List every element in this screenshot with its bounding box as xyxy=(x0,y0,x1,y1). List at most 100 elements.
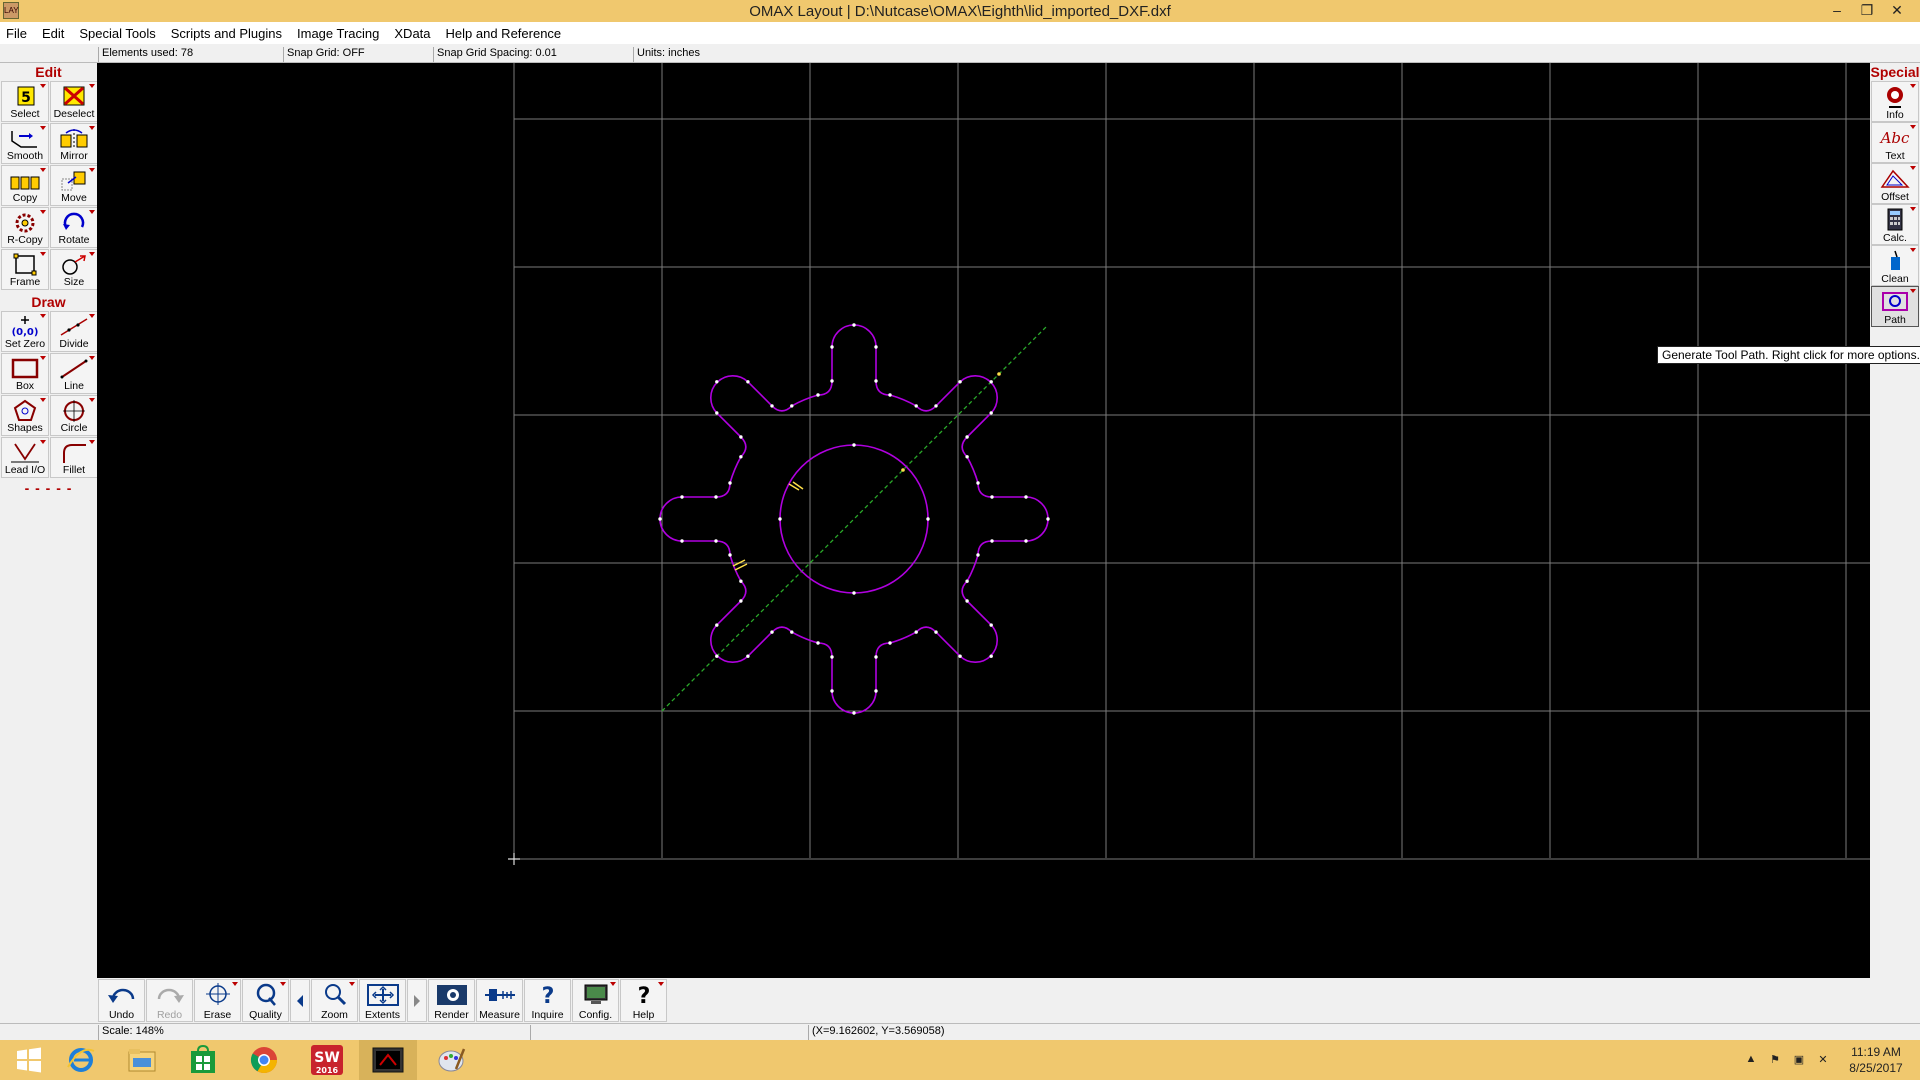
inquire-button[interactable]: ? Inquire xyxy=(524,979,571,1022)
help-button[interactable]: ? Help xyxy=(620,979,667,1022)
vertex-node xyxy=(990,539,994,543)
move-tool[interactable]: Move xyxy=(50,165,98,206)
zoom-button[interactable]: Zoom xyxy=(311,979,358,1022)
rotate-tool[interactable]: Rotate xyxy=(50,207,98,248)
vertex-node xyxy=(1046,517,1050,521)
taskbar-ie[interactable] xyxy=(52,1040,110,1080)
undo-button[interactable]: Undo xyxy=(98,979,145,1022)
menu-bar: File Edit Special Tools Scripts and Plug… xyxy=(0,22,1920,44)
vertex-node xyxy=(680,495,684,499)
scroll-left-button[interactable] xyxy=(290,979,310,1022)
clock-time: 11:19 AM xyxy=(1851,1045,1901,1059)
clock[interactable]: 11:19 AM 8/25/2017 xyxy=(1838,1044,1914,1076)
taskbar-store[interactable] xyxy=(174,1040,232,1080)
taskbar-solidworks[interactable]: SW 2016 xyxy=(298,1040,356,1080)
vertex-node xyxy=(830,345,834,349)
svg-text:?: ? xyxy=(541,984,554,1007)
config-button[interactable]: Config. xyxy=(572,979,619,1022)
vertex-node xyxy=(914,404,918,408)
vertex-node xyxy=(989,380,993,384)
vertex-node xyxy=(990,495,994,499)
centerline[interactable] xyxy=(661,325,1048,712)
measure-button[interactable]: Measure xyxy=(476,979,523,1022)
mirror-tool[interactable]: Mirror xyxy=(50,123,98,164)
calculator-tool[interactable]: Calc. xyxy=(1871,204,1919,245)
redo-button[interactable]: Redo xyxy=(146,979,193,1022)
box-tool[interactable]: Box xyxy=(1,353,49,394)
menu-help-reference[interactable]: Help and Reference xyxy=(446,26,562,41)
vertex-node xyxy=(714,495,718,499)
start-button[interactable] xyxy=(0,1040,58,1080)
vertex-node xyxy=(852,711,856,715)
rotary-copy-tool[interactable]: R-Copy xyxy=(1,207,49,248)
svg-text:?: ? xyxy=(637,984,650,1007)
clean-tool[interactable]: Clean xyxy=(1871,245,1919,286)
windows-start-icon xyxy=(17,1047,41,1073)
solidworks-icon: SW2016 xyxy=(311,1045,343,1075)
render-button[interactable]: Render xyxy=(428,979,475,1022)
deselect-tool[interactable]: Deselect xyxy=(50,81,98,122)
menu-xdata[interactable]: XData xyxy=(394,26,430,41)
close-button[interactable]: ✕ xyxy=(1882,0,1912,22)
paint-icon xyxy=(438,1048,466,1072)
vertex-node xyxy=(658,517,662,521)
more-tools-indicator[interactable]: - - - - - xyxy=(0,480,97,496)
scroll-right-button[interactable] xyxy=(407,979,427,1022)
undo-icon xyxy=(107,988,134,1003)
taskbar-omax-layout[interactable] xyxy=(359,1040,417,1080)
left-toolbar: Edit 5 Select Deselect Smooth Mirror Cop… xyxy=(0,63,98,1023)
extents-button[interactable]: Extents xyxy=(359,979,406,1022)
taskbar-paint[interactable] xyxy=(422,1040,480,1080)
line-tool[interactable]: Line xyxy=(50,353,98,394)
drawing-svg[interactable] xyxy=(97,63,1870,978)
triangle-left-icon xyxy=(297,994,303,1007)
set-zero-tool[interactable]: (0,0) Set Zero xyxy=(1,311,49,352)
path-tool[interactable]: Path xyxy=(1871,286,1919,327)
text-tool[interactable]: Abc Text xyxy=(1871,122,1919,163)
vertex-node xyxy=(989,654,993,658)
restore-button[interactable]: ❐ xyxy=(1852,0,1882,22)
info-tool[interactable]: Info xyxy=(1871,81,1919,122)
drawing-canvas[interactable] xyxy=(97,63,1870,978)
taskbar-chrome[interactable] xyxy=(235,1040,293,1080)
menu-file[interactable]: File xyxy=(6,26,27,41)
quality-button[interactable]: Quality xyxy=(242,979,289,1022)
circle-tool[interactable]: Circle xyxy=(50,395,98,436)
size-tool[interactable]: Size xyxy=(50,249,98,290)
offset-icon xyxy=(1880,169,1910,188)
svg-text:Abc: Abc xyxy=(1879,129,1910,147)
ie-icon xyxy=(67,1048,95,1072)
lead-io-tool[interactable]: Lead I/O xyxy=(1,437,49,478)
shapes-tool[interactable]: Shapes xyxy=(1,395,49,436)
smooth-tool[interactable]: Smooth xyxy=(1,123,49,164)
taskbar-file-explorer[interactable] xyxy=(113,1040,171,1080)
units-status: Units: inches xyxy=(633,47,833,62)
menu-scripts-plugins[interactable]: Scripts and Plugins xyxy=(171,26,282,41)
tray-expand-icon[interactable]: ▲ xyxy=(1742,1053,1760,1067)
vertex-node xyxy=(926,517,930,521)
window-title: OMAX Layout | D:\Nutcase\OMAX\Eighth\lid… xyxy=(749,2,1171,20)
svg-text:SW: SW xyxy=(314,1050,340,1066)
select-tool[interactable]: 5 Select xyxy=(1,81,49,122)
erase-button[interactable]: Erase xyxy=(194,979,241,1022)
volume-muted-icon[interactable]: ✕ xyxy=(1814,1053,1832,1067)
vertex-node xyxy=(914,630,918,634)
minimize-button[interactable]: – xyxy=(1822,0,1852,22)
menu-special-tools[interactable]: Special Tools xyxy=(79,26,155,41)
status-bar-top: Elements used: 78 Snap Grid: OFF Snap Gr… xyxy=(0,44,1920,63)
frame-tool[interactable]: Frame xyxy=(1,249,49,290)
box-icon xyxy=(11,358,39,379)
vertex-node xyxy=(680,539,684,543)
vertex-node xyxy=(958,654,962,658)
fillet-tool[interactable]: Fillet xyxy=(50,437,98,478)
action-center-flag-icon[interactable]: ⚑ xyxy=(1766,1053,1784,1067)
menu-image-tracing[interactable]: Image Tracing xyxy=(297,26,379,41)
copy-tool[interactable]: Copy xyxy=(1,165,49,206)
vertex-node xyxy=(965,435,969,439)
menu-edit[interactable]: Edit xyxy=(42,26,64,41)
divide-tool[interactable]: Divide xyxy=(50,311,98,352)
vertex-markers xyxy=(658,323,1050,715)
bore-circle[interactable] xyxy=(779,444,929,594)
offset-tool[interactable]: Offset xyxy=(1871,163,1919,204)
network-icon[interactable]: ▣ xyxy=(1790,1053,1808,1067)
